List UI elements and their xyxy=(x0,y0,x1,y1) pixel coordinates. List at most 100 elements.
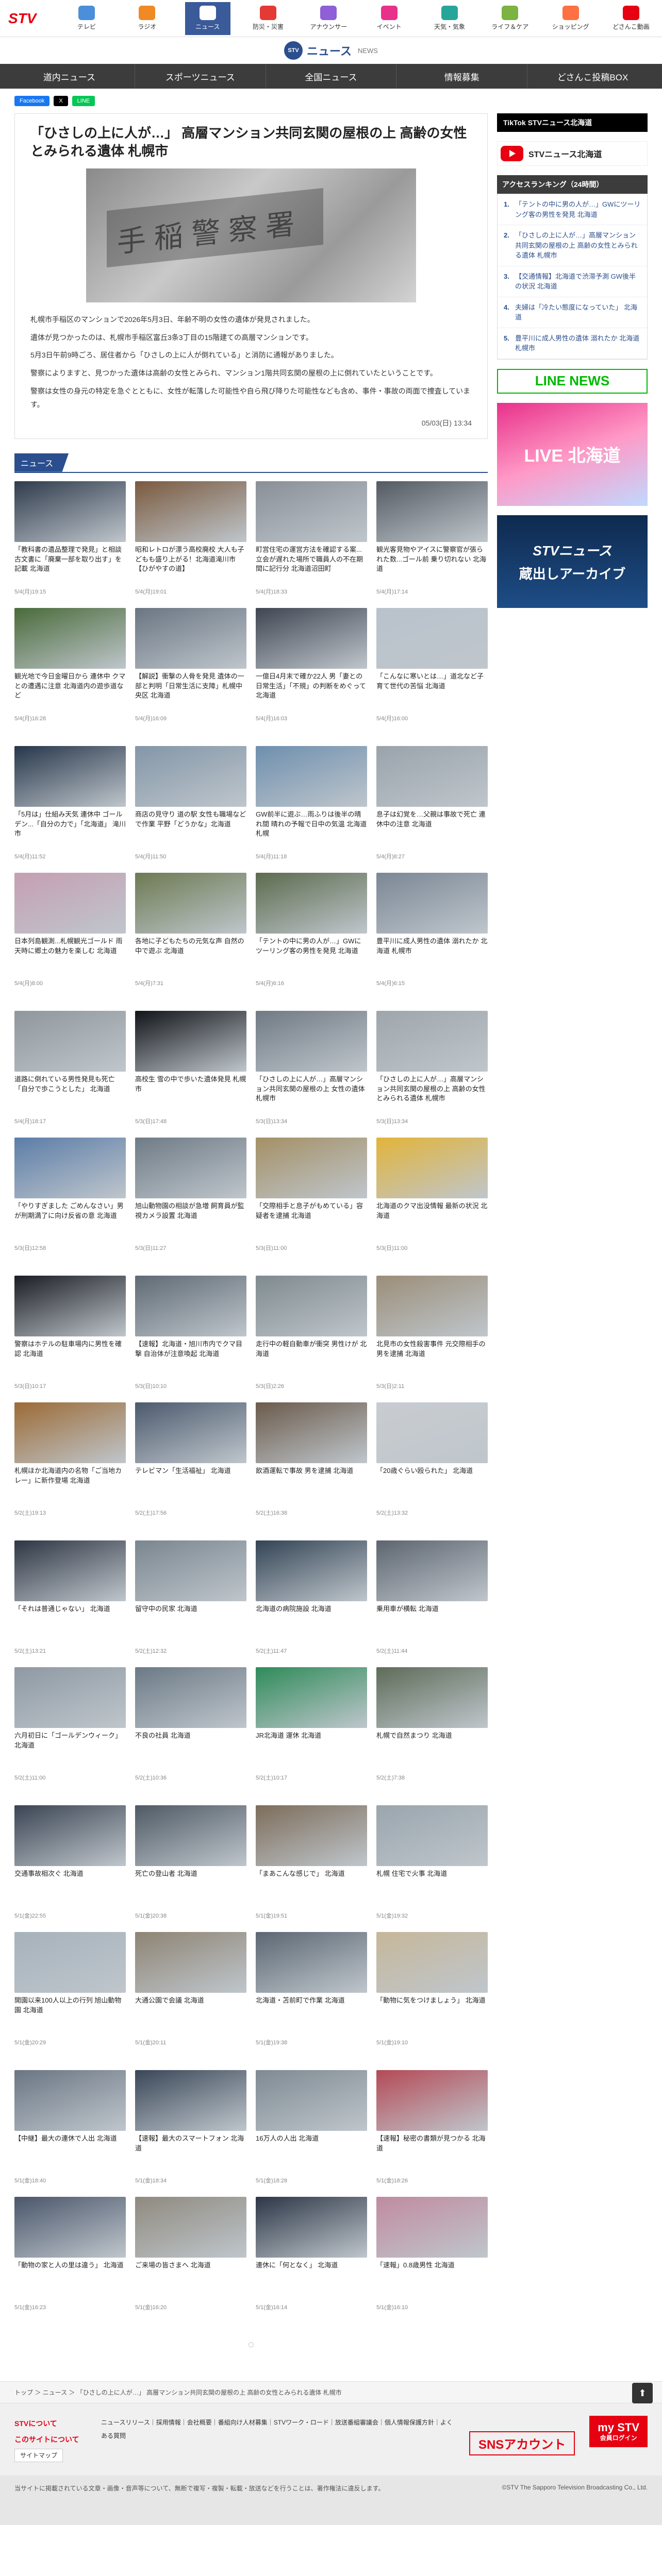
news-card[interactable]: 「教科書の遺品整理で発見」と相談 古文書に「廃棄一部を取り出す」を記載 北海道 5… xyxy=(14,481,126,601)
nav-item-8[interactable]: ショッピング xyxy=(548,2,593,35)
nav-item-9[interactable]: どさんこ動画 xyxy=(608,2,654,35)
news-card[interactable]: 「こんなに寒いとは…」道北など子育て世代の苦悩 北海道 5/4(月)16:00 xyxy=(376,607,488,727)
news-card[interactable]: 札幌で自然まつり 北海道 5/2(土)7:38 xyxy=(376,1667,488,1787)
news-card[interactable]: 「テントの中に男の人が…」GWにツーリング客の男性を発見 北海道 5/4(月)6:… xyxy=(256,872,367,992)
nav-item-3[interactable]: 防災・災害 xyxy=(245,2,291,35)
news-card[interactable]: 観光客見物やアイスに警察官が張られた数...ゴール前 乗り切れない 北海道 5/4… xyxy=(376,481,488,601)
news-card[interactable]: 「速報」0.8歳男性 北海道 5/1(金)16:10 xyxy=(376,2196,488,2316)
news-card[interactable]: 北見市の女性殺害事件 元交際相手の男を逮捕 北海道 5/3(日)2:11 xyxy=(376,1275,488,1395)
news-thumbnail xyxy=(14,1805,126,1866)
news-card[interactable]: 不良の社員 北海道 5/2(土)10:36 xyxy=(135,1667,246,1787)
news-card[interactable]: 高校生 雪の中で歩いた遺体発見 札幌市 5/3(日)17:48 xyxy=(135,1010,246,1130)
news-card[interactable]: 「交際相手と息子がもめている」容疑者を逮捕 北海道 5/3(日)11:00 xyxy=(256,1137,367,1257)
news-card[interactable]: 「動物の家と人の里は違う」 北海道 5/1(金)16:23 xyxy=(14,2196,126,2316)
news-card[interactable]: 大通公園で会議 北海道 5/1(金)20:11 xyxy=(135,1931,246,2052)
news-card[interactable]: 16万人の人出 北海道 5/1(金)18:28 xyxy=(256,2070,367,2190)
ranking-item[interactable]: 5. 豊平川に成人男性の遺体 溺れたか 北海道 札幌市 xyxy=(498,328,647,359)
sitemap-button[interactable]: サイトマップ xyxy=(14,2449,63,2463)
news-card[interactable]: 「それは普通じゃない」 北海道 5/2(土)13:21 xyxy=(14,1540,126,1660)
news-card[interactable]: 「ひさしの上に人が…」高層マンション共同玄関の屋根の上 高齢の女性とみられる遺体… xyxy=(376,1010,488,1130)
news-card[interactable]: GW前半に遊ぶ…雨ふりは後半の晴れ間 晴れの予報で日中の気温 北海道 札幌 5/4… xyxy=(256,745,367,866)
subnav-item-4[interactable]: どさんこ投稿BOX xyxy=(527,64,658,89)
news-title: 札幌 住宅で火事 北海道 xyxy=(376,1869,448,1877)
breadcrumb[interactable]: トップ ＞ ニュース ＞ 「ひさしの上に人が…」 高層マンション共同玄関の屋根の… xyxy=(0,2381,662,2403)
news-card[interactable]: 町営住宅の運営方法を確認する案...立会が遅れた場所で職員人の不在期間に記行分 … xyxy=(256,481,367,601)
sns-accounts-button[interactable]: SNSアカウント xyxy=(469,2431,575,2455)
news-date: 5/2(土)17:56 xyxy=(135,1510,167,1516)
footer-contact-link[interactable]: このサイトについて xyxy=(14,2432,87,2448)
news-title: GW前半に遊ぶ…雨ふりは後半の晴れ間 晴れの予報で日中の気温 北海道 札幌 xyxy=(256,810,367,838)
share-button-0[interactable]: Facebook xyxy=(14,96,50,106)
news-card[interactable]: 警察はホテルの駐車場内に男性を確認 北海道 5/3(日)10:17 xyxy=(14,1275,126,1395)
subnav-item-0[interactable]: 道内ニュース xyxy=(4,64,135,89)
subnav-item-3[interactable]: 情報募集 xyxy=(396,64,528,89)
news-card[interactable]: 商店の見守り 道の駅 女性も職場などで作業 平野「どうかな」北海道 5/4(月)1… xyxy=(135,745,246,866)
share-button-2[interactable]: LINE xyxy=(72,96,95,106)
news-card[interactable]: 観光地で今日金曜日から 連休中 クマとの遭遇に注意 北海道内の遊歩道など 5/4(… xyxy=(14,607,126,727)
news-card[interactable]: 六月初日に「ゴールデンウィーク」 北海道 5/2(土)11:00 xyxy=(14,1667,126,1787)
ranking-item[interactable]: 1. 「テントの中に男の人が…」GWにツーリング客の男性を発見 北海道 xyxy=(498,194,647,225)
news-card[interactable]: 旭山動物園の相談が急増 飼育員が監視カメラ設置 北海道 5/3(日)11:27 xyxy=(135,1137,246,1257)
ranking-item[interactable]: 3. 【交通情報】北海道で渋滞予測 GW後半の状況 北海道 xyxy=(498,266,647,297)
news-card[interactable]: 「やりすぎました ごめんなさい」男が刑期満了に向け反省の意 北海道 5/3(日)1… xyxy=(14,1137,126,1257)
news-card[interactable]: 【速報】秘密の書類が見つかる 北海道 5/1(金)18:26 xyxy=(376,2070,488,2190)
news-card[interactable]: テレビマン「生活福祉」 北海道 5/2(土)17:56 xyxy=(135,1402,246,1522)
news-card[interactable]: 「ひさしの上に人が…」高層マンション共同玄関の屋根の上 女性の遺体 札幌市 5/3… xyxy=(256,1010,367,1130)
news-card[interactable]: 札幌 住宅で火事 北海道 5/1(金)19:32 xyxy=(376,1805,488,1925)
tiktok-banner[interactable]: TikTok STVニュース北海道 xyxy=(497,113,648,132)
mystv-button[interactable]: my STV 会員ログイン xyxy=(589,2415,648,2447)
news-card[interactable]: 【中継】最大の連休で人出 北海道 5/1(金)18:40 xyxy=(14,2070,126,2190)
ranking-item[interactable]: 4. 夫婦は「冷たい態度になっていた」 北海道 xyxy=(498,297,647,328)
news-card[interactable]: 開園以来100人以上の行列 旭山動物園 北海道 5/1(金)20:29 xyxy=(14,1931,126,2052)
news-card[interactable]: 留守中の民家 北海道 5/2(土)12:32 xyxy=(135,1540,246,1660)
archive-promo-banner[interactable]: STVニュース 蔵出しアーカイブ xyxy=(497,515,648,608)
nav-item-6[interactable]: 天気・気象 xyxy=(427,2,472,35)
news-card[interactable]: 北海道・苫前町で作業 北海道 5/1(金)19:38 xyxy=(256,1931,367,2052)
nav-item-2[interactable]: ニュース xyxy=(185,2,230,35)
bottom-bar: 当サイトに掲載されている文章・画像・音声等について、無断で複写・複製・転載・放送… xyxy=(0,2476,662,2526)
news-card[interactable]: 北海道の病院施設 北海道 5/2(土)11:47 xyxy=(256,1540,367,1660)
news-card[interactable]: 【速報】北海道・旭川市内でクマ目撃 自治体が注意喚起 北海道 5/3(日)10:1… xyxy=(135,1275,246,1395)
nav-item-0[interactable]: テレビ xyxy=(64,2,109,35)
news-card[interactable]: 死亡の登山者 北海道 5/1(金)20:38 xyxy=(135,1805,246,1925)
news-card[interactable]: JR北海道 運休 北海道 5/2(土)10:17 xyxy=(256,1667,367,1787)
nav-item-1[interactable]: ラジオ xyxy=(124,2,170,35)
ranking-item[interactable]: 2. 「ひさしの上に人が…」高層マンション共同玄関の屋根の上 高齢の女性とみられる… xyxy=(498,225,647,266)
news-card[interactable]: 乗用車が横転 北海道 5/2(土)11:44 xyxy=(376,1540,488,1660)
news-card[interactable]: 「まあこんな感じで」 北海道 5/1(金)19:51 xyxy=(256,1805,367,1925)
news-card[interactable]: 「20歳ぐらい殴られた」 北海道 5/2(土)13:32 xyxy=(376,1402,488,1522)
nav-item-5[interactable]: イベント xyxy=(367,2,412,35)
news-card[interactable]: 昭和レトロが漂う高校廃校 大人も子どもも盛り上がる！北海道滝川市【ひがやすの道】… xyxy=(135,481,246,601)
footer-about-link[interactable]: STVについて xyxy=(14,2416,87,2432)
line-news-banner[interactable]: LINE NEWS xyxy=(497,368,648,394)
news-card[interactable]: ご来場の皆さまへ 北海道 5/1(金)16:20 xyxy=(135,2196,246,2316)
news-card[interactable]: 一億日4月末で確か22人 男「妻との日常生活」「不規」の判断をめぐって 北海道 5… xyxy=(256,607,367,727)
news-card[interactable]: 豊平川に成人男性の遺体 溺れたか 北海道 札幌市 5/4(月)6:15 xyxy=(376,872,488,992)
news-card[interactable]: 【解説】衝撃の人骨を発見 遺体の一部と判明「日常生活に支障」札幌中央区 北海道 5… xyxy=(135,607,246,727)
live-promo-banner[interactable]: LIVE 北海道 xyxy=(497,402,648,506)
news-card[interactable]: 飲酒運転で事故 男を逮捕 北海道 5/2(土)16:38 xyxy=(256,1402,367,1522)
ranking-title: 「テントの中に男の人が…」GWにツーリング客の男性を発見 北海道 xyxy=(515,200,641,218)
news-date: 5/2(土)10:17 xyxy=(256,1774,288,1781)
news-card[interactable]: 息子は幻覚を…父親は事故で死亡 連休中の注意 北海道 5/4(月)8:27 xyxy=(376,745,488,866)
stv-logo[interactable]: STV xyxy=(8,6,55,31)
footer-links[interactable]: ニュースリリース｜採用情報｜会社概要｜番組向け人材募集｜STVワーク・ロード｜放… xyxy=(101,2416,455,2443)
news-card[interactable]: 北海道のクマ出没情報 最新の状況 北海道 5/3(日)11:00 xyxy=(376,1137,488,1257)
news-card[interactable]: 「動物に気をつけましょう」 北海道 5/1(金)19:10 xyxy=(376,1931,488,2052)
subnav-item-2[interactable]: 全国ニュース xyxy=(266,64,397,89)
news-card[interactable]: 各地に子どもたちの元気な声 自然の中で遊ぶ 北海道 5/4(月)7:31 xyxy=(135,872,246,992)
news-card[interactable]: 日本列島観測...札幌観光ゴールド 雨天時に郷土の魅力を楽しむ 北海道 5/4(月… xyxy=(14,872,126,992)
news-card[interactable]: 「5月は」仕組み天気 連休中 ゴールデン...「自分の力で」「北海道」 滝川市 5… xyxy=(14,745,126,866)
news-card[interactable]: 札幌ほか北海道内の名物「ご当地カレー」に新作登場 北海道 5/2(土)19:13 xyxy=(14,1402,126,1522)
nav-item-4[interactable]: アナウンサー xyxy=(306,2,351,35)
share-button-1[interactable]: X xyxy=(54,96,68,106)
news-card[interactable]: 連休に「何となく」 北海道 5/1(金)16:14 xyxy=(256,2196,367,2316)
news-card[interactable]: 走行中の軽自動車が衝突 男性けが 北海道 5/3(日)2:26 xyxy=(256,1275,367,1395)
news-card[interactable]: 道路に倒れている男性発見も死亡 「自分で歩こうとした」 北海道 5/4(月)18:… xyxy=(14,1010,126,1130)
news-card[interactable]: 交通事故相次ぐ 北海道 5/1(金)22:55 xyxy=(14,1805,126,1925)
nav-item-7[interactable]: ライフ＆ケア xyxy=(487,2,533,35)
youtube-banner[interactable]: STVニュース北海道 xyxy=(497,141,648,166)
subnav-item-1[interactable]: スポーツニュース xyxy=(135,64,266,89)
back-to-top-button[interactable]: ⬆ xyxy=(632,2383,653,2403)
news-card[interactable]: 【速報】最大のスマートフォン 北海道 5/1(金)18:34 xyxy=(135,2070,246,2190)
